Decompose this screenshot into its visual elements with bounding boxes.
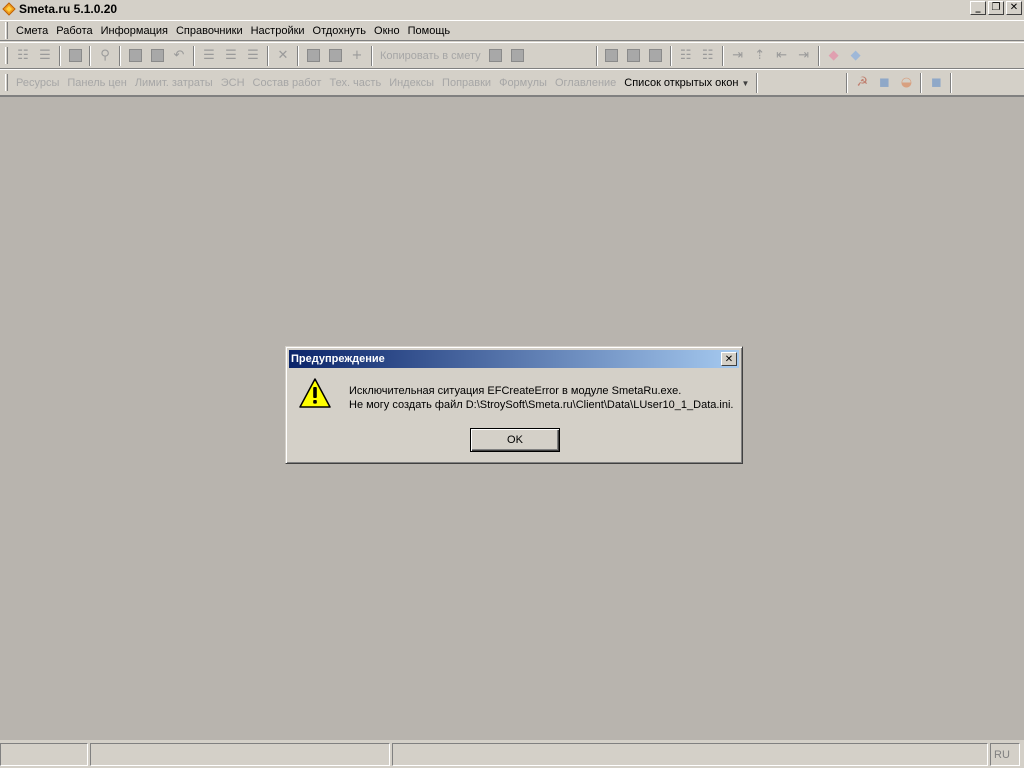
chevron-down-icon: ▼ <box>741 78 750 88</box>
undo-icon[interactable]: ↶ <box>168 46 190 66</box>
menu-nastroyki[interactable]: Настройки <box>247 25 309 37</box>
indent-left-icon[interactable]: ⇤ <box>771 46 793 66</box>
tab-panel-tsen[interactable]: Панель цен <box>63 77 130 89</box>
toolbar-separator <box>297 45 299 66</box>
dialog-titlebar[interactable]: Предупреждение ✕ <box>289 350 739 368</box>
toolbar-separator <box>817 45 820 66</box>
dialog-message: Исключительная ситуация EFCreateError в … <box>349 384 733 412</box>
dialog-close-button[interactable]: ✕ <box>721 352 737 366</box>
status-panel-1 <box>0 743 88 766</box>
status-panel-3 <box>392 743 988 766</box>
stop-icon[interactable] <box>146 46 168 66</box>
close-button[interactable]: ✕ <box>1006 1 1022 15</box>
list-icon[interactable]: ☰ <box>198 46 220 66</box>
ok-button[interactable]: OK <box>470 428 560 452</box>
delete-icon[interactable]: ✕ <box>272 46 294 66</box>
status-panel-2 <box>90 743 390 766</box>
toolbar-separator <box>950 72 953 93</box>
menu-pomoshch[interactable]: Помощь <box>404 25 455 37</box>
dialog-message-line2: Не могу создать файл D:\StroySoft\Smeta.… <box>349 399 734 411</box>
menu-spravochniki[interactable]: Справочники <box>172 25 247 37</box>
hammer-sickle-icon[interactable]: ☭ <box>851 73 873 93</box>
tree-expand-icon[interactable]: ☰ <box>34 46 56 66</box>
menu-rabota[interactable]: Работа <box>52 25 96 37</box>
minimize-icon: _ <box>975 2 981 13</box>
toolbar-grip[interactable] <box>5 74 8 91</box>
eraser-blue-icon[interactable]: ◆ <box>845 46 867 66</box>
copy-icon[interactable] <box>485 46 507 66</box>
tree-level-icon[interactable]: ☷ <box>697 46 719 66</box>
indent-up-icon[interactable]: ⇡ <box>749 46 771 66</box>
menu-informatsiya[interactable]: Информация <box>97 25 172 37</box>
minimize-button[interactable]: _ <box>970 1 986 15</box>
dialog-message-line1: Исключительная ситуация EFCreateError в … <box>349 385 682 397</box>
stack-icon[interactable] <box>302 46 324 66</box>
indent-add-icon[interactable]: ⇥ <box>727 46 749 66</box>
toolbar-separator <box>371 45 373 66</box>
indent-right-icon[interactable]: ⇥ <box>793 46 815 66</box>
search-icon[interactable]: ⚲ <box>94 46 116 66</box>
window3-icon[interactable] <box>645 46 667 66</box>
menu-otdokhnut[interactable]: Отдохнуть <box>309 25 371 37</box>
menubar: Смета Работа Информация Справочники Наст… <box>0 20 1024 41</box>
tab-indeksy[interactable]: Индексы <box>385 77 438 89</box>
dialog-title: Предупреждение <box>291 353 385 365</box>
toolbar-separator <box>59 45 61 66</box>
clipboard-icon[interactable] <box>507 46 529 66</box>
toolbar-separator <box>669 45 672 66</box>
window2-icon[interactable] <box>623 46 645 66</box>
nav-toolbar: Ресурсы Панель цен Лимит. затраты ЭСН Со… <box>0 69 1024 96</box>
toolbar-separator <box>721 45 724 66</box>
list-down-icon[interactable]: ☰ <box>242 46 264 66</box>
fan-icon[interactable]: ◒ <box>895 73 917 93</box>
restore-button[interactable]: ❐ <box>988 1 1004 15</box>
restore-icon: ❐ <box>991 2 1001 13</box>
tab-resursy[interactable]: Ресурсы <box>12 77 63 89</box>
toolbar-separator <box>267 45 269 66</box>
open-windows-dropdown[interactable]: Список открытых окон ▼ <box>620 77 753 89</box>
eraser-red-icon[interactable]: ◆ <box>823 46 845 66</box>
car-icon[interactable]: ◼ <box>873 73 895 93</box>
tree-collapse-icon[interactable]: ☷ <box>675 46 697 66</box>
app-title: Smeta.ru 5.1.0.20 <box>19 2 118 16</box>
close-icon: ✕ <box>724 353 734 365</box>
insert-icon[interactable]: + <box>346 46 368 66</box>
tab-tekh-chast[interactable]: Тех. часть <box>325 77 385 89</box>
list-up-icon[interactable]: ☰ <box>220 46 242 66</box>
menu-smeta[interactable]: Смета <box>12 25 52 37</box>
toolbar-separator <box>193 45 195 66</box>
toolbar-separator <box>920 72 923 93</box>
toolbar-separator <box>119 45 121 66</box>
truck-icon[interactable]: ◼ <box>925 73 947 93</box>
menubar-grip[interactable] <box>5 22 8 39</box>
warning-dialog: Предупреждение ✕ Исключительная ситуация… <box>285 346 743 464</box>
statusbar: RU <box>0 741 1024 768</box>
image-icon[interactable] <box>64 46 86 66</box>
tab-esn[interactable]: ЭСН <box>217 77 249 89</box>
close-icon: ✕ <box>1009 2 1019 13</box>
tree-icon[interactable]: ☷ <box>12 46 34 66</box>
toolbar-separator <box>89 45 91 66</box>
menu-okno[interactable]: Окно <box>370 25 404 37</box>
toolbar-separator <box>595 45 598 66</box>
tab-formuly[interactable]: Формулы <box>495 77 551 89</box>
app-logo-icon <box>2 2 16 16</box>
main-toolbar: ☷ ☰ ⚲ ↶ ☰ ☰ ☰ ✕ + Копировать в смету ☷ ☷… <box>0 42 1024 69</box>
tab-limit-zatraty[interactable]: Лимит. затраты <box>131 77 217 89</box>
warning-icon <box>298 377 332 411</box>
layers-icon[interactable] <box>324 46 346 66</box>
window-icon[interactable] <box>601 46 623 66</box>
tab-popravki[interactable]: Поправки <box>438 77 495 89</box>
copy-to-estimate-button[interactable]: Копировать в смету <box>376 50 485 62</box>
app-titlebar: Smeta.ru 5.1.0.20 _ ❐ ✕ <box>0 0 1024 18</box>
save-icon[interactable] <box>124 46 146 66</box>
tab-sostav-rabot[interactable]: Состав работ <box>249 77 326 89</box>
toolbar-grip[interactable] <box>5 47 8 64</box>
status-lang: RU <box>990 743 1020 766</box>
toolbar-separator <box>846 72 849 93</box>
tab-oglavlenie[interactable]: Оглавление <box>551 77 620 89</box>
toolbar-separator <box>756 72 759 93</box>
open-windows-label: Список открытых окон <box>624 76 739 89</box>
